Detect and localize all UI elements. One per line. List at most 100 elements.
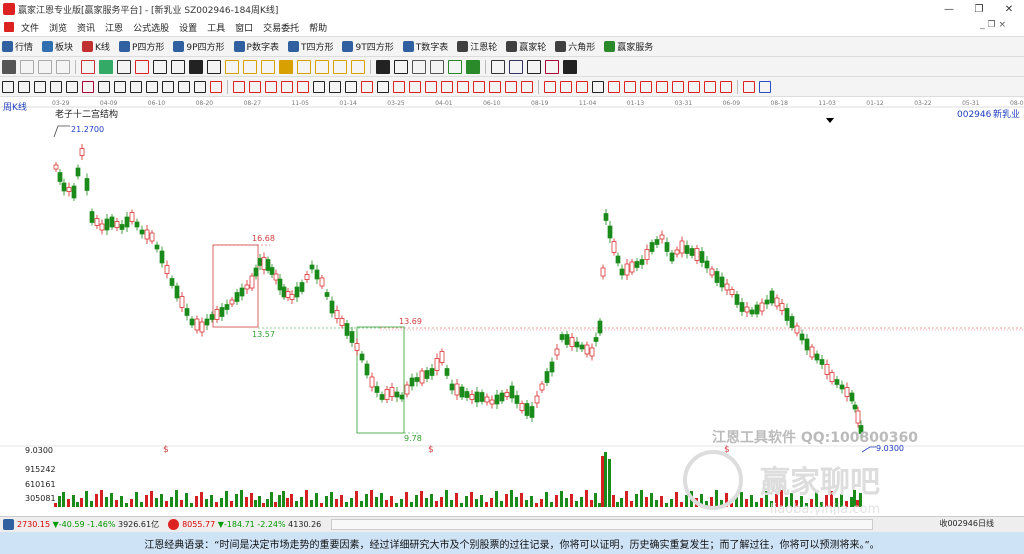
indicator-tool-icon[interactable] [233, 80, 245, 93]
menu-settings[interactable]: 设置 [174, 21, 202, 34]
indicator-tool-icon[interactable] [114, 80, 126, 93]
indicator-tool-icon[interactable] [146, 80, 158, 93]
menu-gann[interactable]: 江恩 [100, 21, 128, 34]
drawing-tool-icon[interactable] [394, 59, 408, 74]
drawing-tool-icon[interactable] [509, 59, 523, 74]
indicator-tool-icon[interactable] [505, 80, 517, 93]
sz-index[interactable]: 8055.77 ▼-184.71 -2.24% 4130.26 [182, 520, 321, 529]
indicator-tool-icon[interactable] [640, 80, 652, 93]
drawing-tool-icon[interactable] [243, 59, 257, 74]
drawing-tool-icon[interactable] [117, 59, 131, 74]
drawing-tool-icon[interactable] [20, 59, 34, 74]
indicator-tool-icon[interactable] [441, 80, 453, 93]
close-button[interactable]: ✕ [994, 0, 1024, 18]
indicator-tool-icon[interactable] [759, 80, 771, 93]
toolbar-button-7[interactable]: 9T四方形 [340, 40, 395, 53]
indicator-tool-icon[interactable] [162, 80, 174, 93]
minimize-button[interactable]: — [934, 0, 964, 18]
indicator-tool-icon[interactable] [377, 80, 389, 93]
menu-help[interactable]: 帮助 [304, 21, 332, 34]
drawing-tool-icon[interactable] [279, 59, 293, 74]
indicator-tool-icon[interactable] [473, 80, 485, 93]
indicator-tool-icon[interactable] [624, 80, 636, 93]
indicator-tool-icon[interactable] [265, 80, 277, 93]
drawing-tool-icon[interactable] [448, 59, 462, 74]
drawing-tool-icon[interactable] [56, 59, 70, 74]
indicator-tool-icon[interactable] [544, 80, 556, 93]
indicator-tool-icon[interactable] [82, 80, 94, 93]
indicator-tool-icon[interactable] [249, 80, 261, 93]
menu-formula[interactable]: 公式选股 [128, 21, 174, 34]
drawing-tool-icon[interactable] [2, 59, 16, 74]
indicator-tool-icon[interactable] [329, 80, 341, 93]
mdi-controls[interactable]: _ ❐ × [980, 20, 1006, 30]
toolbar-button-10[interactable]: 赢家轮 [504, 40, 548, 53]
toolbar-button-9[interactable]: 江恩轮 [455, 40, 499, 53]
indicator-tool-icon[interactable] [409, 80, 421, 93]
drawing-tool-icon[interactable] [351, 59, 365, 74]
indicator-tool-icon[interactable] [194, 80, 206, 93]
indicator-tool-icon[interactable] [66, 80, 78, 93]
kline-chart-svg[interactable]: 03-29 04-09 06-10 08-20 08-27 11-05 01-14 03-25… [0, 97, 1024, 517]
drawing-tool-icon[interactable] [491, 59, 505, 74]
drawing-tool-icon[interactable] [225, 59, 239, 74]
menu-window[interactable]: 窗口 [230, 21, 258, 34]
menu-file[interactable]: 文件 [16, 21, 44, 34]
indicator-tool-icon[interactable] [720, 80, 732, 93]
indicator-tool-icon[interactable] [521, 80, 533, 93]
indicator-tool-icon[interactable] [457, 80, 469, 93]
drawing-tool-icon[interactable] [38, 59, 52, 74]
drawing-tool-icon[interactable] [527, 59, 541, 74]
toolbar-button-11[interactable]: 六角形 [553, 40, 597, 53]
toolbar-button-4[interactable]: 9P四方形 [171, 40, 226, 53]
indicator-tool-icon[interactable] [560, 80, 572, 93]
drawing-tool-icon[interactable] [189, 59, 203, 74]
drawing-tool-icon[interactable] [430, 59, 444, 74]
menu-browse[interactable]: 浏览 [44, 21, 72, 34]
indicator-tool-icon[interactable] [345, 80, 357, 93]
drawing-tool-icon[interactable] [207, 59, 221, 74]
menu-info[interactable]: 资讯 [72, 21, 100, 34]
indicator-tool-icon[interactable] [18, 80, 30, 93]
indicator-tool-icon[interactable] [576, 80, 588, 93]
drawing-tool-icon[interactable] [315, 59, 329, 74]
drawing-tool-icon[interactable] [261, 59, 275, 74]
drawing-tool-icon[interactable] [412, 59, 426, 74]
drawing-tool-icon[interactable] [333, 59, 347, 74]
drawing-tool-icon[interactable] [466, 59, 480, 74]
sh-index[interactable]: 2730.15 ▼-40.59 -1.46% 3926.61亿 [17, 519, 159, 530]
drawing-tool-icon[interactable] [153, 59, 167, 74]
drawing-tool-icon[interactable] [135, 59, 149, 74]
indicator-tool-icon[interactable] [297, 80, 309, 93]
indicator-tool-icon[interactable] [178, 80, 190, 93]
drawing-tool-icon[interactable] [99, 59, 113, 74]
indicator-tool-icon[interactable] [281, 80, 293, 93]
indicator-tool-icon[interactable] [656, 80, 668, 93]
toolbar-button-0[interactable]: 行情 [0, 40, 35, 53]
toolbar-button-6[interactable]: T四方形 [286, 40, 336, 53]
toolbar-button-1[interactable]: 板块 [40, 40, 75, 53]
drawing-tool-icon[interactable] [171, 59, 185, 74]
toolbar-button-12[interactable]: 赢家服务 [602, 40, 655, 53]
indicator-tool-icon[interactable] [743, 80, 755, 93]
indicator-tool-icon[interactable] [50, 80, 62, 93]
status-grid-icon[interactable] [3, 519, 14, 530]
kline-chart[interactable]: 03-29 04-09 06-10 08-20 08-27 11-05 01-14 03-25… [0, 97, 1024, 517]
toolbar-button-5[interactable]: P数字表 [232, 40, 281, 53]
indicator-tool-icon[interactable] [688, 80, 700, 93]
indicator-tool-icon[interactable] [98, 80, 110, 93]
indicator-tool-icon[interactable] [130, 80, 142, 93]
drawing-tool-icon[interactable] [81, 59, 95, 74]
menu-tools[interactable]: 工具 [202, 21, 230, 34]
toolbar-button-8[interactable]: T数字表 [401, 40, 451, 53]
menu-trade[interactable]: 交易委托 [258, 21, 304, 34]
indicator-tool-icon[interactable] [704, 80, 716, 93]
scrollbar-track[interactable] [331, 519, 874, 530]
indicator-tool-icon[interactable] [34, 80, 46, 93]
indicator-tool-icon[interactable] [425, 80, 437, 93]
drawing-tool-icon[interactable] [376, 59, 390, 74]
drawing-tool-icon[interactable] [297, 59, 311, 74]
indicator-tool-icon[interactable] [361, 80, 373, 93]
drawing-tool-icon[interactable] [563, 59, 577, 74]
indicator-tool-icon[interactable] [313, 80, 325, 93]
